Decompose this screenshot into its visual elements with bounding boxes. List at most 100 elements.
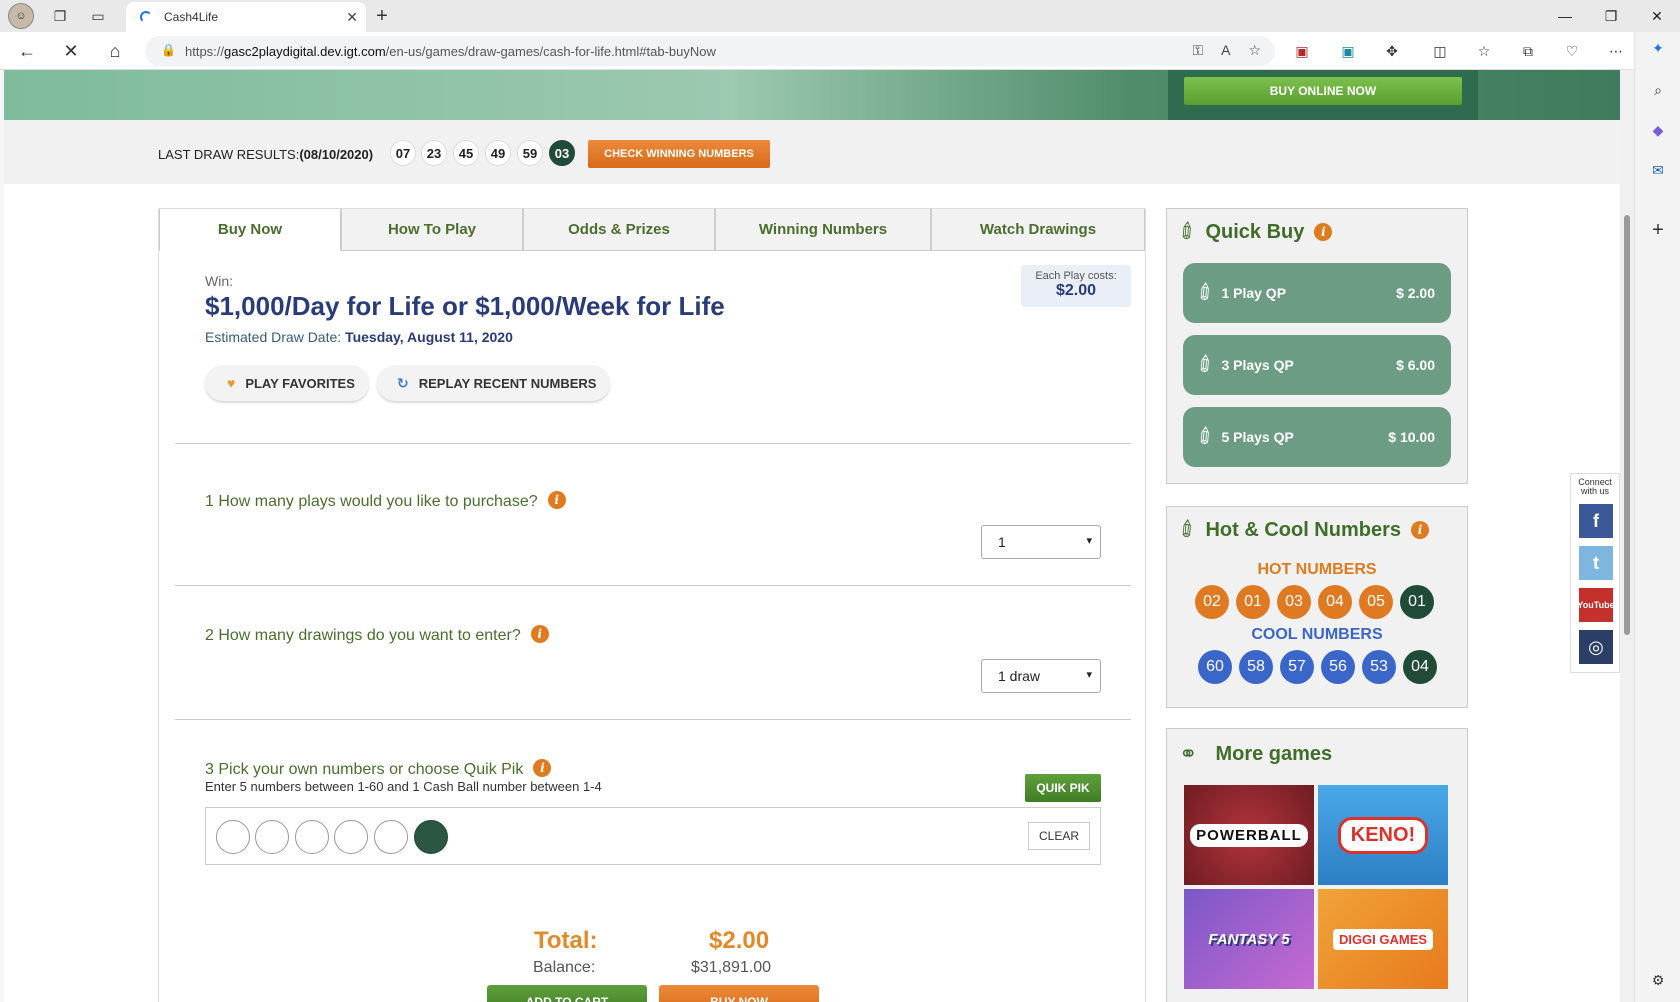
quick-buy-label: 1 Play QP	[1221, 285, 1287, 301]
replay-icon: ↻	[397, 374, 409, 391]
url-path: /en-us/games/draw-games/cash-for-life.ht…	[385, 43, 716, 59]
extension-red-icon[interactable]: ▣	[1292, 41, 1312, 61]
quick-buy-1-play[interactable]: ✐ 1 Play QP $ 2.00	[1183, 263, 1451, 323]
extensions-puzzle-icon[interactable]: ✥	[1382, 41, 1402, 61]
twitter-icon[interactable]: t	[1579, 546, 1613, 580]
settings-gear-icon[interactable]: ⚙	[1648, 970, 1668, 990]
check-winning-numbers-button[interactable]: CHECK WINNING NUMBERS	[588, 140, 770, 168]
url-field[interactable]: 🔒 https://gasc2playdigital.dev.igt.com/e…	[145, 36, 1275, 66]
youtube-icon[interactable]: YouTube	[1577, 588, 1615, 622]
game-tile-diggi[interactable]: DIGGI GAMES	[1318, 889, 1448, 989]
buy-online-button[interactable]: BUY ONLINE NOW	[1184, 77, 1462, 105]
home-icon[interactable]: ⌂	[102, 39, 128, 63]
ticket-icon: ✐	[1190, 277, 1221, 309]
game-tile-fantasy5[interactable]: FANTASY 5	[1184, 889, 1314, 989]
plays-select-value: 1	[998, 534, 1006, 550]
number-slot[interactable]	[334, 820, 368, 854]
copilot-icon[interactable]: ✦	[1648, 38, 1668, 58]
browser-tab-active[interactable]: Cash4Life ✕	[126, 2, 366, 32]
drawings-select[interactable]: 1 draw ▾	[981, 659, 1101, 693]
info-icon[interactable]: i	[1411, 521, 1429, 539]
add-sidebar-icon[interactable]: +	[1648, 219, 1668, 241]
number-slot[interactable]	[295, 820, 329, 854]
tab-buy-now[interactable]: Buy Now	[159, 209, 341, 251]
draw-ball: 59	[517, 140, 543, 166]
buy-now-button[interactable]: BUY NOW	[659, 985, 819, 1002]
hot-numbers-label: HOT NUMBERS	[1257, 561, 1377, 578]
number-slot[interactable]	[255, 820, 289, 854]
last-draw-strip: LAST DRAW RESULTS:(08/10/2020) 07 23 45 …	[4, 120, 1620, 184]
add-to-cart-button[interactable]: ADD TO CART	[487, 985, 647, 1002]
chevron-down-icon: ▾	[1086, 535, 1092, 547]
last-draw-label: LAST DRAW RESULTS:(08/10/2020)	[158, 147, 373, 162]
plays-select[interactable]: 1 ▾	[981, 525, 1101, 559]
divider	[175, 585, 1131, 586]
cool-number: 56	[1321, 650, 1355, 684]
workspaces-icon[interactable]: ❐	[48, 4, 72, 28]
chevron-down-icon: ▾	[1086, 669, 1092, 681]
quick-buy-5-plays[interactable]: ✐ 5 Plays QP $ 10.00	[1183, 407, 1451, 467]
info-icon[interactable]: i	[547, 491, 566, 509]
cash-ball-slot[interactable]	[414, 820, 448, 854]
game-tile-keno[interactable]: KENO!	[1318, 785, 1448, 885]
total-value: $2.00	[709, 927, 770, 954]
facebook-icon[interactable]: f	[1579, 504, 1613, 538]
quick-buy-heading: Quick Buy	[1205, 220, 1305, 243]
extension-teal-icon[interactable]: ▣	[1338, 41, 1358, 61]
instagram-icon[interactable]: ◎	[1579, 630, 1613, 664]
drawings-select-value: 1 draw	[998, 668, 1041, 684]
draw-ball: 49	[485, 140, 511, 166]
tab-actions-icon[interactable]: ▭	[86, 4, 110, 28]
tab-how-to-play[interactable]: How To Play	[341, 209, 523, 251]
replay-recent-button[interactable]: ↻ REPLAY RECENT NUMBERS	[377, 365, 611, 401]
collections-icon[interactable]: ⧉	[1518, 41, 1538, 61]
close-tab-icon[interactable]: ✕	[346, 9, 358, 26]
page-scrollbar[interactable]	[1620, 70, 1634, 1002]
games-icon: ⚭	[1179, 741, 1198, 766]
info-icon[interactable]: i	[533, 759, 552, 777]
play-favorites-label: PLAY FAVORITES	[245, 375, 355, 391]
last-draw-title: LAST DRAW RESULTS:	[158, 147, 300, 162]
profile-avatar[interactable]: ☺	[8, 3, 34, 29]
more-menu-icon[interactable]: ⋯	[1606, 41, 1626, 61]
search-icon[interactable]: ⌕	[1648, 80, 1668, 100]
play-favorites-button[interactable]: ♥ PLAY FAVORITES	[205, 365, 369, 401]
clear-button[interactable]: CLEAR	[1028, 822, 1090, 850]
split-screen-icon[interactable]: ◫	[1430, 41, 1450, 61]
quick-buy-price: $ 6.00	[1396, 357, 1435, 373]
ticket-icon: ✐	[1172, 216, 1203, 248]
performance-icon[interactable]: ♡	[1562, 41, 1582, 61]
draw-ball: 45	[453, 140, 479, 166]
question-plays: 1 How many plays would you like to purch…	[205, 491, 566, 511]
stop-loading-icon[interactable]: ✕	[58, 39, 84, 63]
outlook-icon[interactable]: ✉	[1648, 160, 1668, 180]
connect-label: Connect with us	[1578, 477, 1612, 496]
close-window-icon[interactable]: ✕	[1634, 0, 1680, 32]
draw-date-label: Estimated Draw Date:	[205, 329, 342, 345]
number-slot[interactable]	[216, 820, 250, 854]
hot-cool-card: ✐ Hot & Cool Numbers i HOT NUMBERS 02 01…	[1166, 506, 1468, 708]
info-icon[interactable]: i	[530, 625, 549, 643]
new-tab-icon[interactable]: +	[370, 4, 394, 28]
info-icon[interactable]: i	[1314, 223, 1333, 241]
back-icon[interactable]: ←	[14, 39, 40, 63]
scrollbar-thumb[interactable]	[1624, 215, 1630, 635]
estimated-draw-date: Estimated Draw Date: Tuesday, August 11,…	[205, 329, 513, 345]
minimize-icon[interactable]: —	[1542, 0, 1588, 32]
url-host: gasc2playdigital.dev.igt.com	[224, 43, 386, 59]
draw-ball: 07	[390, 140, 416, 166]
favorites-icon[interactable]: ☆	[1474, 41, 1494, 61]
game-tile-powerball[interactable]: POWERBALL	[1184, 785, 1314, 885]
tab-winning-numbers[interactable]: Winning Numbers	[715, 209, 931, 251]
restore-icon[interactable]: ❐	[1588, 0, 1634, 32]
read-aloud-icon[interactable]: A	[1221, 42, 1230, 59]
ticket-icon: ✐	[1190, 421, 1221, 453]
tab-watch-drawings[interactable]: Watch Drawings	[931, 209, 1145, 251]
quik-pik-button[interactable]: QUIK PIK	[1025, 774, 1101, 802]
shopping-icon[interactable]: ◆	[1648, 120, 1668, 140]
quick-buy-3-plays[interactable]: ✐ 3 Plays QP $ 6.00	[1183, 335, 1451, 395]
favorite-star-icon[interactable]: ☆	[1248, 42, 1261, 59]
tab-odds-prizes[interactable]: Odds & Prizes	[523, 209, 715, 251]
password-key-icon[interactable]: ⚿	[1192, 42, 1203, 59]
number-slot[interactable]	[374, 820, 408, 854]
